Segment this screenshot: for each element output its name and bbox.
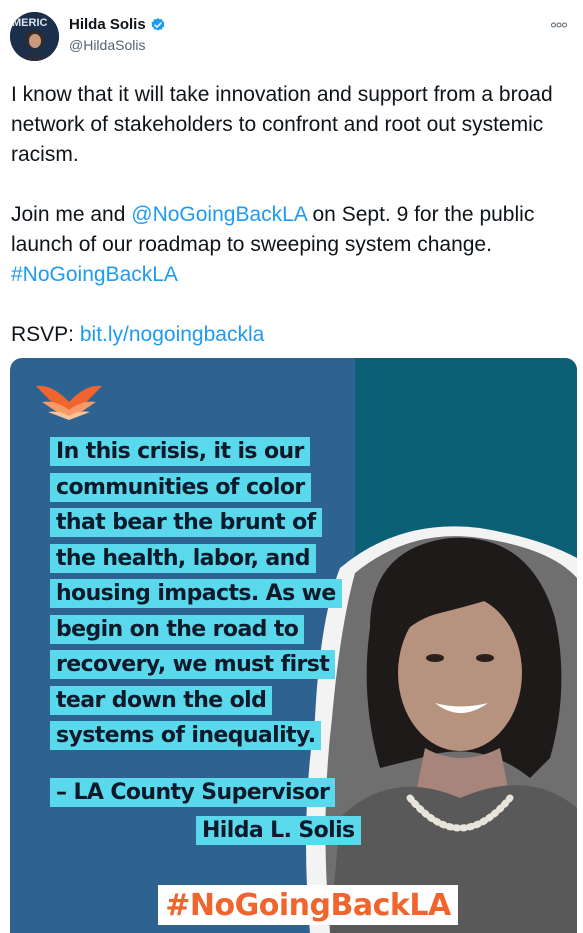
- quote-line: the health, labor, and: [50, 541, 380, 577]
- quote-line: tear down the old: [50, 683, 380, 719]
- more-options-icon[interactable]: [551, 16, 567, 33]
- tweet-text-prefix: Join me and: [11, 203, 132, 226]
- quote-line: that bear the brunt of: [50, 505, 380, 541]
- tweet-paragraph-2: Join me and @NoGoingBackLA on Sept. 9 fo…: [11, 200, 577, 290]
- tweet-body: I know that it will take innovation and …: [11, 80, 577, 350]
- quote-line: begin on the road to: [50, 612, 380, 648]
- quote-line: In this crisis, it is our: [50, 434, 380, 470]
- display-name[interactable]: Hilda Solis: [69, 16, 146, 33]
- hashtag-link[interactable]: #NoGoingBackLA: [11, 263, 178, 286]
- tweet-header: MERIC Hilda Solis @HildaSolis: [0, 0, 583, 70]
- quote-line: communities of color: [50, 470, 380, 506]
- rsvp-link[interactable]: bit.ly/nogoingbackla: [80, 323, 264, 346]
- butterfly-logo-icon: [36, 385, 102, 420]
- quote-line: housing impacts. As we: [50, 576, 380, 612]
- quote-block: In this crisis, it is our communities of…: [50, 434, 380, 754]
- more-dots: [551, 22, 567, 28]
- avatar-image: MERIC: [10, 12, 59, 61]
- quote-attribution-title: – LA County Supervisor: [50, 778, 336, 807]
- avatar[interactable]: MERIC: [10, 12, 59, 61]
- name-row: Hilda Solis: [69, 16, 166, 33]
- banner-hashtag: #NoGoingBackLA: [165, 887, 451, 923]
- tweet-paragraph-3: RSVP: bit.ly/nogoingbackla: [11, 320, 577, 350]
- mention-link[interactable]: @NoGoingBackLA: [131, 203, 306, 226]
- quote-attribution-name: Hilda L. Solis: [196, 816, 361, 845]
- quote-line: recovery, we must first: [50, 647, 380, 683]
- svg-text:MERIC: MERIC: [12, 17, 48, 29]
- rsvp-label: RSVP:: [11, 323, 80, 346]
- tweet-paragraph-1: I know that it will take innovation and …: [11, 83, 553, 166]
- tweet-media-image[interactable]: In this crisis, it is our communities of…: [10, 358, 577, 933]
- user-handle[interactable]: @HildaSolis: [69, 37, 145, 53]
- hashtag-banner: #NoGoingBackLA: [158, 885, 458, 925]
- verified-badge-icon: [151, 17, 165, 31]
- quote-line: systems of inequality.: [50, 718, 380, 754]
